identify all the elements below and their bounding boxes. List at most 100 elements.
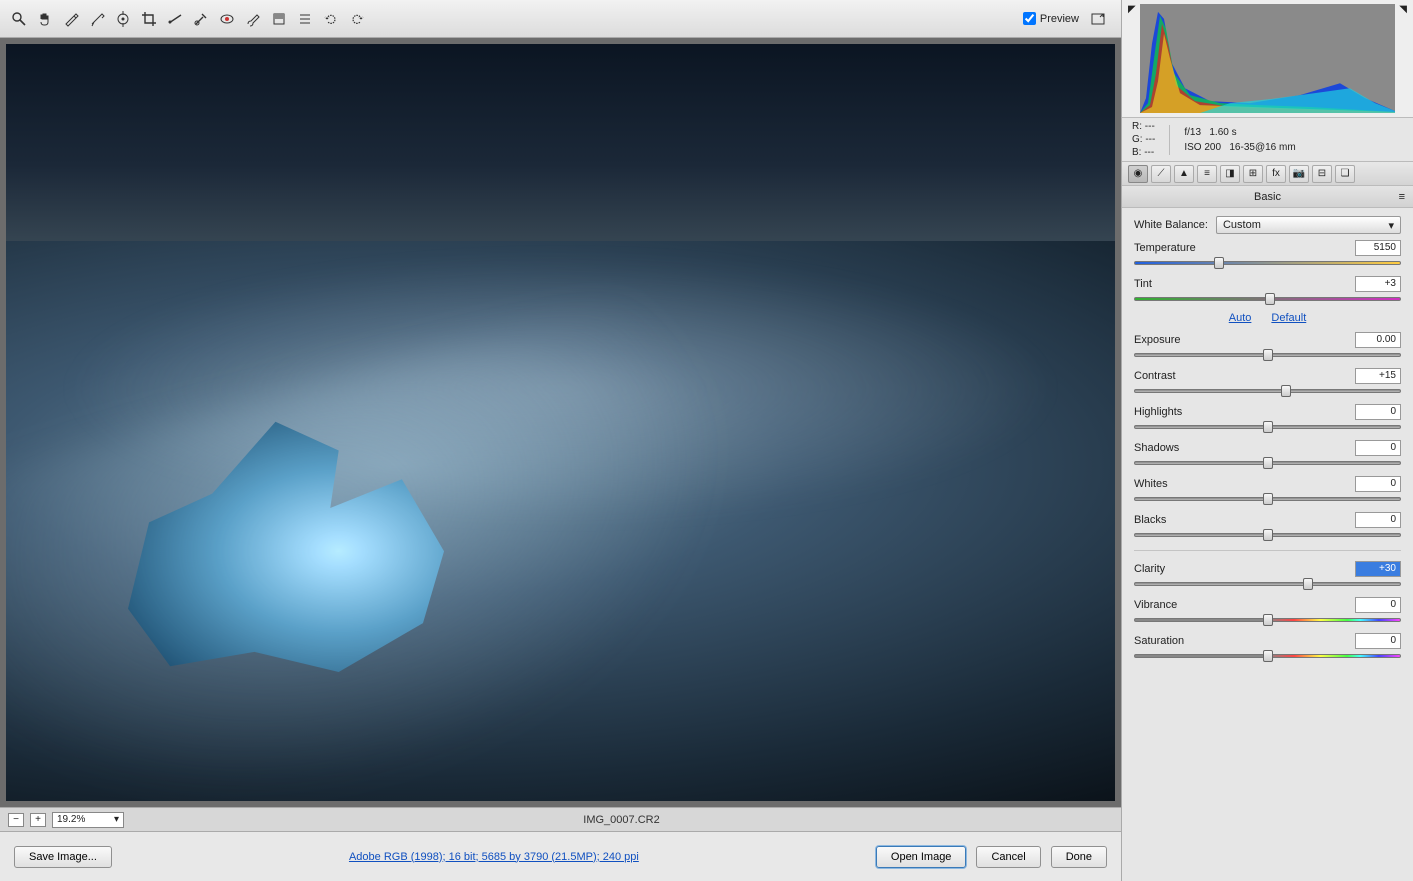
tab-camera-calibration-icon[interactable]: 📷 bbox=[1289, 165, 1309, 183]
vibrance-value[interactable]: 0 bbox=[1355, 597, 1401, 613]
whites-slider: Whites 0 bbox=[1134, 476, 1401, 504]
hand-tool-icon[interactable] bbox=[34, 8, 56, 30]
exposure-value[interactable]: 0.00 bbox=[1355, 332, 1401, 348]
clarity-label: Clarity bbox=[1134, 563, 1165, 575]
blacks-track[interactable] bbox=[1134, 530, 1401, 540]
panel-menu-icon[interactable]: ≡ bbox=[1399, 191, 1405, 203]
panel-title: Basic bbox=[1254, 191, 1281, 203]
contrast-track[interactable] bbox=[1134, 386, 1401, 396]
tint-slider: Tint +3 bbox=[1134, 276, 1401, 304]
temperature-slider: Temperature 5150 bbox=[1134, 240, 1401, 268]
tab-snapshots-icon[interactable]: ❏ bbox=[1335, 165, 1355, 183]
zoom-tool-icon[interactable] bbox=[8, 8, 30, 30]
auto-link[interactable]: Auto bbox=[1229, 312, 1252, 324]
crop-tool-icon[interactable] bbox=[138, 8, 160, 30]
red-eye-tool-icon[interactable] bbox=[216, 8, 238, 30]
vibrance-label: Vibrance bbox=[1134, 599, 1177, 611]
blacks-slider: Blacks 0 bbox=[1134, 512, 1401, 540]
b-value: B: --- bbox=[1132, 146, 1155, 159]
shadows-value[interactable]: 0 bbox=[1355, 440, 1401, 456]
saturation-slider: Saturation 0 bbox=[1134, 633, 1401, 661]
zoom-out-button[interactable]: − bbox=[8, 813, 24, 827]
graduated-filter-tool-icon[interactable] bbox=[268, 8, 290, 30]
tint-label: Tint bbox=[1134, 278, 1152, 290]
preview-checkbox[interactable]: Preview bbox=[1023, 12, 1079, 25]
left-pane: Preview − + 19.2%▾ IMG_0007.CR2 Save Ima… bbox=[0, 0, 1122, 881]
aperture-value: f/13 bbox=[1184, 127, 1201, 138]
blacks-label: Blacks bbox=[1134, 514, 1166, 526]
spot-removal-tool-icon[interactable] bbox=[190, 8, 212, 30]
tab-presets-icon[interactable]: ⊟ bbox=[1312, 165, 1332, 183]
metadata-readout: R: --- G: --- B: --- f/13 1.60 s ISO 200… bbox=[1122, 118, 1413, 162]
shadows-track[interactable] bbox=[1134, 458, 1401, 468]
lens-value: 16-35@16 mm bbox=[1229, 142, 1295, 153]
workflow-options-link[interactable]: Adobe RGB (1998); 16 bit; 5685 by 3790 (… bbox=[349, 851, 639, 863]
saturation-value[interactable]: 0 bbox=[1355, 633, 1401, 649]
preview-label: Preview bbox=[1040, 13, 1079, 25]
fullscreen-toggle-icon[interactable] bbox=[1087, 8, 1109, 30]
white-balance-select[interactable]: Custom▾ bbox=[1216, 216, 1401, 234]
tab-detail-icon[interactable]: ▲ bbox=[1174, 165, 1194, 183]
r-value: R: --- bbox=[1132, 120, 1155, 133]
white-balance-label: White Balance: bbox=[1134, 219, 1208, 231]
panel-tabs: ◉ ⟋ ▲ ≡ ◨ ⊞ fx 📷 ⊟ ❏ bbox=[1122, 162, 1413, 186]
exposure-label: Exposure bbox=[1134, 334, 1180, 346]
rotate-cw-icon[interactable] bbox=[346, 8, 368, 30]
vibrance-slider: Vibrance 0 bbox=[1134, 597, 1401, 625]
saturation-label: Saturation bbox=[1134, 635, 1184, 647]
image-canvas[interactable] bbox=[0, 38, 1121, 807]
radial-filter-tool-icon[interactable] bbox=[294, 8, 316, 30]
contrast-value[interactable]: +15 bbox=[1355, 368, 1401, 384]
zoom-level-select[interactable]: 19.2%▾ bbox=[52, 812, 124, 828]
color-sampler-tool-icon[interactable] bbox=[86, 8, 108, 30]
blacks-value[interactable]: 0 bbox=[1355, 512, 1401, 528]
clarity-value[interactable]: +30 bbox=[1355, 561, 1401, 577]
saturation-track[interactable] bbox=[1134, 651, 1401, 661]
default-link[interactable]: Default bbox=[1271, 312, 1306, 324]
targeted-adjustment-tool-icon[interactable] bbox=[112, 8, 134, 30]
cancel-button[interactable]: Cancel bbox=[976, 846, 1040, 868]
right-panel: ◤ ◥ R: --- G: --- B: --- f/13 bbox=[1122, 0, 1413, 881]
highlights-slider: Highlights 0 bbox=[1134, 404, 1401, 432]
photo-preview bbox=[6, 44, 1115, 801]
rotate-ccw-icon[interactable] bbox=[320, 8, 342, 30]
temperature-track[interactable] bbox=[1134, 258, 1401, 268]
tab-effects-icon[interactable]: fx bbox=[1266, 165, 1286, 183]
clarity-track[interactable] bbox=[1134, 579, 1401, 589]
tab-hsl-icon[interactable]: ≡ bbox=[1197, 165, 1217, 183]
bottom-bar: Save Image... Adobe RGB (1998); 16 bit; … bbox=[0, 831, 1121, 881]
contrast-label: Contrast bbox=[1134, 370, 1176, 382]
highlights-value[interactable]: 0 bbox=[1355, 404, 1401, 420]
highlight-clipping-icon[interactable]: ◥ bbox=[1399, 4, 1407, 15]
whites-track[interactable] bbox=[1134, 494, 1401, 504]
whites-value[interactable]: 0 bbox=[1355, 476, 1401, 492]
iso-value: ISO 200 bbox=[1184, 142, 1221, 153]
panel-header: Basic ≡ bbox=[1122, 186, 1413, 208]
histogram[interactable]: ◤ ◥ bbox=[1122, 0, 1413, 118]
save-image-button[interactable]: Save Image... bbox=[14, 846, 112, 868]
tab-lens-corrections-icon[interactable]: ⊞ bbox=[1243, 165, 1263, 183]
temperature-label: Temperature bbox=[1134, 242, 1196, 254]
exposure-slider: Exposure 0.00 bbox=[1134, 332, 1401, 360]
shadow-clipping-icon[interactable]: ◤ bbox=[1128, 4, 1136, 15]
highlights-track[interactable] bbox=[1134, 422, 1401, 432]
tint-value[interactable]: +3 bbox=[1355, 276, 1401, 292]
shutter-value: 1.60 s bbox=[1209, 127, 1236, 138]
clarity-slider: Clarity +30 bbox=[1134, 561, 1401, 589]
exposure-track[interactable] bbox=[1134, 350, 1401, 360]
tab-split-toning-icon[interactable]: ◨ bbox=[1220, 165, 1240, 183]
tint-track[interactable] bbox=[1134, 294, 1401, 304]
temperature-value[interactable]: 5150 bbox=[1355, 240, 1401, 256]
camera-raw-dialog: Preview − + 19.2%▾ IMG_0007.CR2 Save Ima… bbox=[0, 0, 1413, 881]
shadows-slider: Shadows 0 bbox=[1134, 440, 1401, 468]
contrast-slider: Contrast +15 bbox=[1134, 368, 1401, 396]
tab-basic-icon[interactable]: ◉ bbox=[1128, 165, 1148, 183]
done-button[interactable]: Done bbox=[1051, 846, 1107, 868]
tab-tone-curve-icon[interactable]: ⟋ bbox=[1151, 165, 1171, 183]
adjustment-brush-tool-icon[interactable] bbox=[242, 8, 264, 30]
open-image-button[interactable]: Open Image bbox=[876, 846, 967, 868]
vibrance-track[interactable] bbox=[1134, 615, 1401, 625]
zoom-in-button[interactable]: + bbox=[30, 813, 46, 827]
straighten-tool-icon[interactable] bbox=[164, 8, 186, 30]
white-balance-tool-icon[interactable] bbox=[60, 8, 82, 30]
